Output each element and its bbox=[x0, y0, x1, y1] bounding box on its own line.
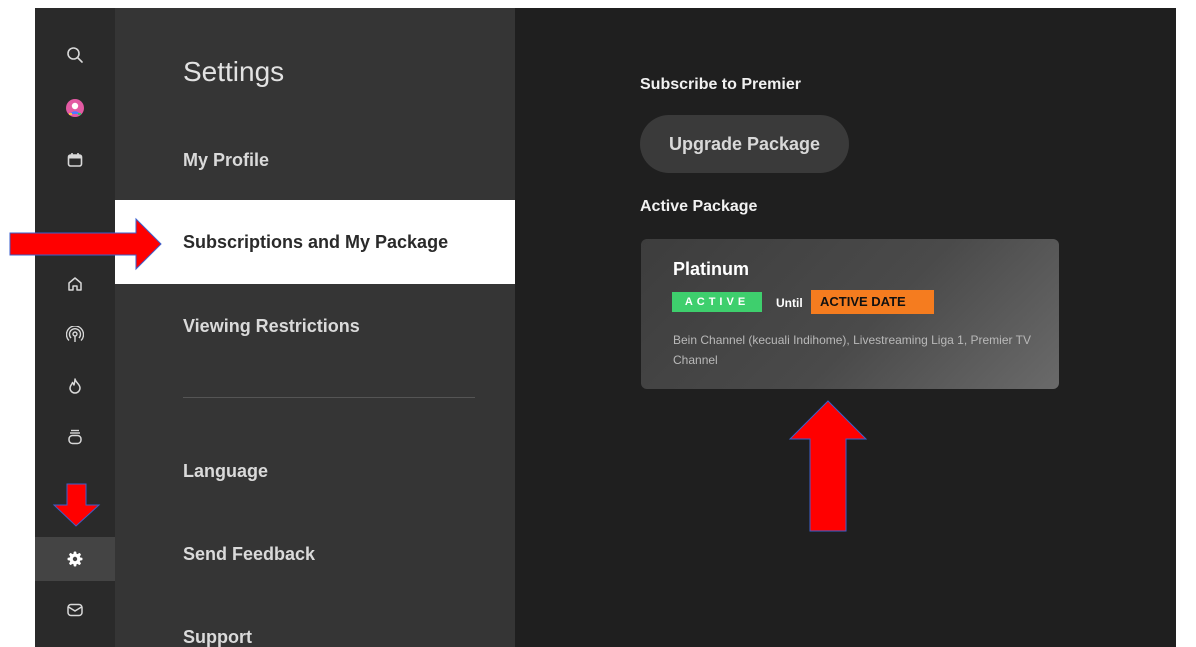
annotation-overlay bbox=[9, 217, 868, 532]
annotation-arrow-right bbox=[9, 217, 162, 271]
annotation-arrow-up bbox=[788, 400, 868, 532]
annotation-arrow-down bbox=[52, 483, 101, 527]
